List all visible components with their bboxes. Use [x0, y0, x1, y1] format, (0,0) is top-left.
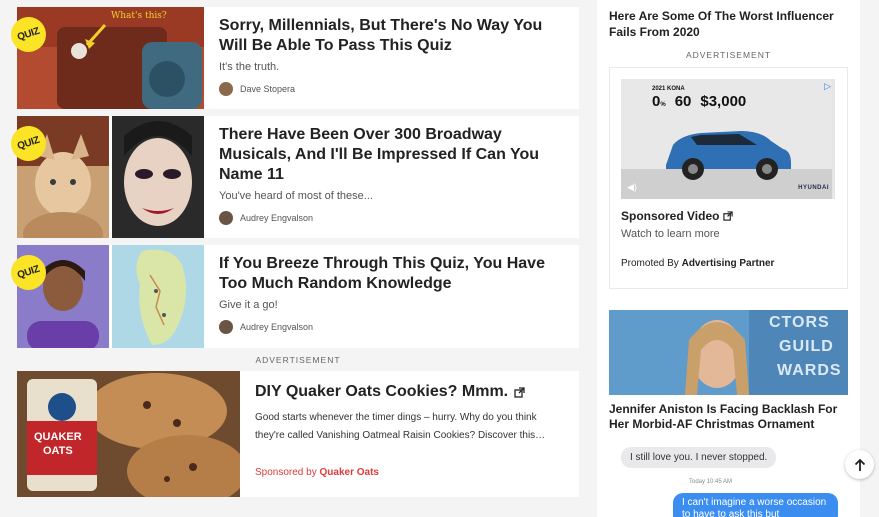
rocky-horror-photo	[112, 116, 204, 238]
card-description: It's the truth.	[219, 61, 280, 73]
rail-story[interactable]: CTORS GUILD WARDS Jennifer Aniston Is Fa…	[609, 310, 848, 432]
ad-creative[interactable]: 2021 KONA 0% 60 $3,000 ▷ ◀) HYUNDAI	[621, 79, 835, 199]
ad-apr: 0%	[652, 93, 666, 110]
right-rail: Here Are Some Of The Worst Influencer Fa…	[597, 0, 860, 517]
mute-icon[interactable]: ◀)	[627, 182, 637, 193]
oats-brand-line1: QUAKER	[34, 431, 82, 443]
avatar	[219, 211, 233, 225]
page: What's this? QUIZ Sorry, Millennials, Bu…	[0, 0, 879, 517]
sponsored-video-label: Sponsored Video	[621, 209, 720, 223]
ad-brand: HYUNDAI	[798, 185, 829, 191]
card-author[interactable]: Dave Stopera	[219, 82, 565, 96]
adchoices-icon[interactable]: ▷	[824, 81, 831, 92]
sponsored-by[interactable]: Sponsored by Quaker Oats	[255, 467, 565, 478]
card-body: If You Breeze Through This Quiz, You Hav…	[204, 245, 579, 348]
advertisement-label: ADVERTISEMENT	[685, 50, 772, 60]
ad-model: 2021 KONA	[652, 86, 685, 92]
incoming-message: I still love you. I never stopped.	[621, 447, 777, 468]
outgoing-message: I can't imagine a worse occasion to have…	[673, 493, 838, 517]
external-link-icon	[723, 211, 734, 221]
sponsored-by-brand: Quaker Oats	[319, 467, 379, 478]
ad-offer: 0% 60 $3,000	[652, 93, 746, 110]
watch-to-learn-more: Watch to learn more	[621, 228, 720, 240]
avatar	[219, 320, 233, 334]
photo-text-1: CTORS	[769, 314, 830, 331]
card-description: Give it a go!	[219, 299, 278, 311]
sponsored-body: DIY Quaker Oats Cookies? Mmm. Good start…	[240, 371, 579, 497]
scroll-to-top-button[interactable]	[845, 450, 874, 479]
story-image: CTORS GUILD WARDS	[609, 310, 848, 395]
ad-cash: $3,000	[700, 93, 747, 110]
thumb-caption: What's this?	[111, 11, 167, 21]
author-name: Audrey Engvalson	[240, 213, 314, 223]
photo-text-2: GUILD	[779, 338, 834, 355]
card-image	[112, 245, 204, 348]
story-title[interactable]: Jennifer Aniston Is Facing Backlash For …	[609, 402, 848, 432]
card-author[interactable]: Audrey Engvalson	[219, 320, 565, 334]
card-thumbnails	[17, 245, 204, 348]
external-link-icon	[514, 386, 525, 398]
card-thumbnails	[17, 116, 204, 238]
avatar	[219, 82, 233, 96]
quiz-card[interactable]: What's this? QUIZ Sorry, Millennials, Bu…	[6, 7, 579, 109]
card-thumbnails: What's this?	[17, 7, 204, 109]
sponsored-image: QUAKER OATS	[17, 371, 240, 497]
rail-top-story[interactable]: Here Are Some Of The Worst Influencer Fa…	[597, 0, 860, 40]
promoted-by-prefix: Promoted By	[621, 258, 679, 269]
card-image: What's this?	[17, 7, 204, 109]
sponsored-video-link[interactable]: Sponsored Video	[621, 209, 847, 223]
arrow-up-icon	[854, 458, 865, 471]
sponsored-title-text: DIY Quaker Oats Cookies? Mmm.	[255, 383, 509, 400]
author-name: Audrey Engvalson	[240, 322, 314, 332]
card-description: You've heard of most of these...	[219, 190, 373, 202]
message-time: Today 10:45 AM	[689, 479, 733, 485]
card-title[interactable]: If You Breeze Through This Quiz, You Hav…	[219, 254, 565, 294]
photo-text-3: WARDS	[777, 362, 842, 379]
quiz-card[interactable]: QUIZ There Have Been Over 300 Broadway M…	[6, 116, 579, 238]
promoted-by: Promoted By Advertising Partner	[621, 258, 847, 269]
card-body: Sorry, Millennials, But There's No Way Y…	[204, 7, 579, 109]
video-ad[interactable]: 2021 KONA 0% 60 $3,000 ▷ ◀) HYUNDAI Spon…	[609, 67, 848, 289]
card-image	[112, 116, 204, 238]
message-thread-image: I still love you. I never stopped. Today…	[609, 443, 849, 517]
sponsored-title[interactable]: DIY Quaker Oats Cookies? Mmm.	[255, 383, 565, 401]
oats-brand-line2: OATS	[43, 445, 73, 457]
author-name: Dave Stopera	[240, 84, 296, 94]
ad-months: 60	[674, 93, 692, 110]
feed: What's this? QUIZ Sorry, Millennials, Bu…	[6, 7, 579, 497]
map-photo	[112, 245, 204, 348]
card-title[interactable]: Sorry, Millennials, But There's No Way Y…	[219, 16, 565, 56]
card-author[interactable]: Audrey Engvalson	[219, 211, 565, 225]
sponsored-card[interactable]: QUAKER OATS DIY Quaker Oats Cookies? Mmm…	[17, 371, 579, 497]
sponsored-copy: Good starts whenever the timer dings – h…	[255, 412, 546, 441]
advertisement-label: ADVERTISEMENT	[255, 355, 341, 365]
cassette-photo	[17, 7, 204, 109]
promoted-by-name: Advertising Partner	[681, 258, 775, 269]
card-title[interactable]: There Have Been Over 300 Broadway Musica…	[219, 125, 565, 185]
sponsored-by-prefix: Sponsored by	[255, 467, 317, 478]
quiz-card[interactable]: QUIZ If You Breeze Through This Quiz, Yo…	[6, 245, 579, 348]
card-body: There Have Been Over 300 Broadway Musica…	[204, 116, 579, 238]
